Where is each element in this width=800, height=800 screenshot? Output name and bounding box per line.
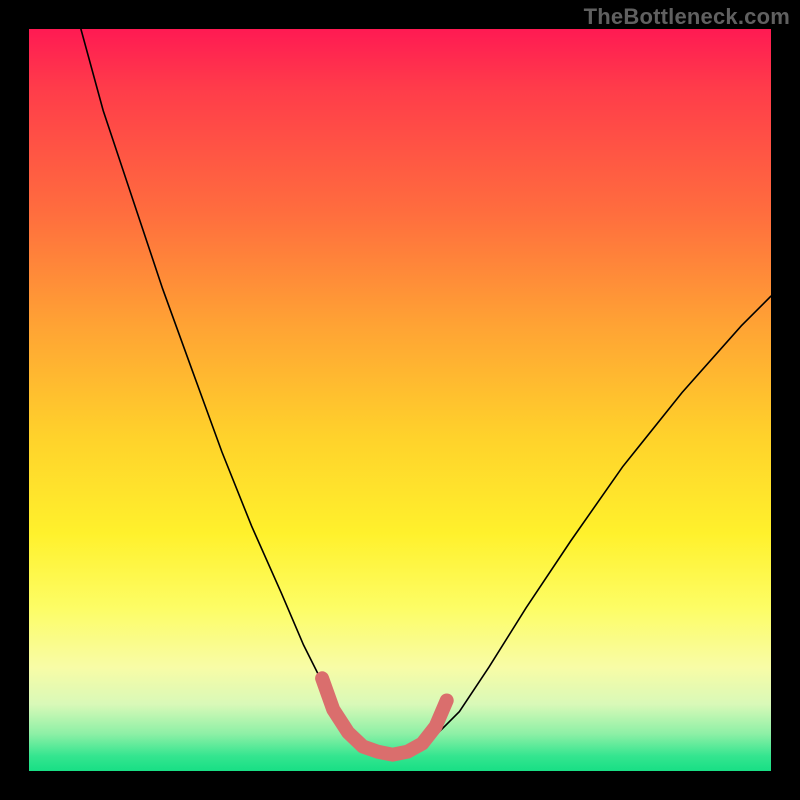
curve-layer [29, 29, 771, 771]
watermark-text: TheBottleneck.com [584, 4, 790, 30]
chart-frame: TheBottleneck.com [0, 0, 800, 800]
plot-area [29, 29, 771, 771]
bottleneck-curve [81, 29, 771, 755]
highlight-band [322, 678, 447, 754]
